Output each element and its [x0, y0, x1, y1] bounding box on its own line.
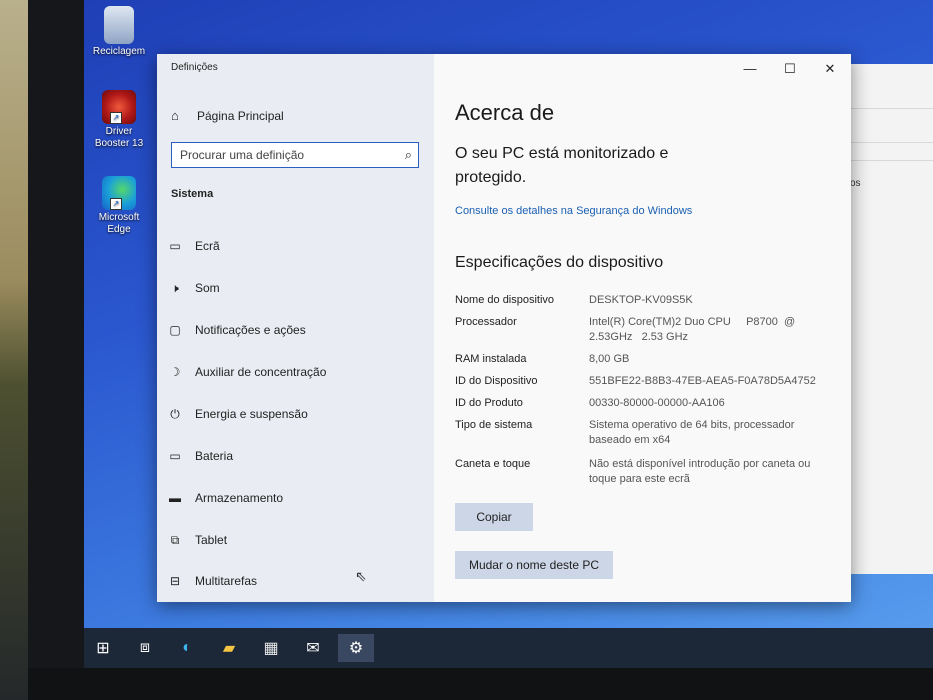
nav-item-label: Tablet	[195, 533, 228, 547]
search-input[interactable]	[178, 147, 392, 163]
spec-value: 8,00 GB	[589, 353, 630, 365]
spec-key: RAM instalada	[455, 353, 527, 365]
desktop-icon-label: Reciclagem	[92, 46, 146, 57]
monitor-icon: ▭	[169, 239, 181, 253]
desktop: os Reciclagem ↗ Driver Booster 13 ↗ Micr…	[84, 0, 933, 668]
battery-icon: ▭	[169, 449, 181, 463]
task-view-icon[interactable]: ⧈	[130, 634, 160, 662]
mouse-cursor-icon: ⇖	[355, 568, 367, 584]
notification-icon: ▢	[169, 323, 181, 337]
power-icon: ⏻	[170, 406, 180, 421]
desktop-icon-edge[interactable]: ↗ Microsoft Edge	[84, 176, 154, 236]
nav-item-label: Bateria	[195, 449, 234, 463]
spec-value: DESKTOP-KV09S5K	[589, 294, 693, 306]
mail-icon[interactable]: ✉	[298, 634, 328, 662]
copy-button[interactable]: Copiar	[455, 503, 533, 531]
edge-icon: ↗	[102, 176, 136, 210]
taskbar: ⊞ ⧈ ◐ ▰ ▦ ✉ ⚙	[84, 628, 933, 668]
recycle-bin-icon	[104, 6, 134, 44]
nav-item-label: Auxiliar de concentração	[195, 365, 327, 379]
rename-pc-button[interactable]: Mudar o nome deste PC	[455, 551, 613, 579]
spec-key: Caneta e toque	[455, 458, 531, 470]
close-button[interactable]: ✕	[815, 58, 845, 80]
desktop-icon-label: Microsoft Edge	[98, 212, 140, 235]
search-icon[interactable]: ⌕	[405, 147, 412, 163]
nav-item-label: Armazenamento	[195, 491, 284, 505]
background-window-text: os	[850, 178, 861, 189]
spec-value: Sistema operativo de 64 bits, processado…	[589, 419, 795, 446]
store-icon[interactable]: ▦	[256, 634, 286, 662]
settings-sidebar: Definições ⌂ Página Principal ⌕ Sistema …	[157, 54, 434, 602]
spec-value: 00330-80000-00000-AA106	[589, 397, 725, 409]
multitasking-icon: ⊟	[169, 574, 181, 588]
nav-item-label: Energia e suspensão	[195, 407, 308, 421]
spec-value: Não está disponível introdução por canet…	[589, 458, 811, 485]
storage-icon: ▬	[169, 491, 181, 505]
spec-key: Tipo de sistema	[455, 419, 533, 431]
divider	[847, 142, 933, 143]
home-link[interactable]: ⌂ Página Principal	[171, 106, 284, 126]
search-box[interactable]: ⌕	[171, 142, 419, 168]
close-icon: ✕	[824, 61, 836, 76]
nav-item-armazenamento[interactable]: ▬ Armazenamento	[167, 486, 283, 510]
nav-item-label: Som	[195, 281, 220, 295]
background-window[interactable]	[846, 64, 933, 574]
tablet-icon: ⧉	[170, 532, 180, 547]
nav-item-tablet[interactable]: ⧉ Tablet	[167, 528, 227, 552]
home-label: Página Principal	[197, 109, 284, 123]
maximize-icon: ☐	[784, 61, 796, 76]
window-title: Definições	[171, 62, 218, 73]
maximize-button[interactable]: ☐	[775, 58, 805, 80]
nav-item-ecra[interactable]: ▭ Ecrã	[167, 234, 220, 258]
divider	[847, 160, 933, 161]
minimize-button[interactable]: —	[735, 58, 765, 80]
desktop-icon-label: Driver Booster 13	[94, 126, 144, 149]
nav-item-label: Multitarefas	[195, 574, 258, 588]
windows-start-icon[interactable]: ⊞	[88, 634, 118, 662]
driver-booster-icon: ↗	[102, 90, 136, 124]
moon-icon: ☽	[169, 365, 181, 379]
protection-status: O seu PC está monitorizado e protegido.	[455, 145, 669, 186]
nav-item-multitarefas[interactable]: ⊟ Multitarefas	[167, 569, 257, 593]
nav-item-notificacoes[interactable]: ▢ Notificações e ações	[167, 318, 306, 342]
spec-key: Processador	[455, 316, 517, 328]
minimize-icon: —	[743, 61, 757, 76]
spec-key: Nome do dispositivo	[455, 294, 555, 306]
home-icon: ⌂	[171, 108, 179, 123]
edge-icon[interactable]: ◐	[172, 634, 202, 662]
spec-value: 551BFE22-B8B3-47EB-AEA5-F0A78D5A4752	[589, 375, 816, 387]
settings-window: Definições ⌂ Página Principal ⌕ Sistema …	[157, 54, 851, 602]
nav-item-label: Ecrã	[195, 239, 220, 253]
nav-item-label: Notificações e ações	[195, 323, 306, 337]
spec-key: ID do Dispositivo	[455, 375, 538, 387]
monitor-bottom-bezel	[28, 668, 933, 700]
spec-value: Intel(R) Core(TM)2 Duo CPU P8700 @ 2.53G…	[589, 316, 799, 343]
speaker-icon: 🕨	[171, 280, 179, 295]
nav-item-som[interactable]: 🕨 Som	[167, 276, 220, 300]
settings-gear-icon[interactable]: ⚙	[338, 634, 374, 662]
nav-item-concentracao[interactable]: ☽ Auxiliar de concentração	[167, 360, 327, 384]
nav-item-energia[interactable]: ⏻ Energia e suspensão	[167, 402, 308, 426]
spec-key: ID do Produto	[455, 397, 523, 409]
shortcut-arrow-icon: ↗	[110, 198, 122, 210]
divider	[847, 108, 933, 109]
file-explorer-icon[interactable]: ▰	[214, 634, 244, 662]
section-heading: Sistema	[171, 188, 214, 200]
device-specs-heading: Especificações do dispositivo	[455, 254, 664, 271]
desktop-icon-recycle-bin[interactable]: Reciclagem	[84, 6, 154, 58]
shortcut-arrow-icon: ↗	[110, 112, 122, 124]
desktop-icon-driver-booster[interactable]: ↗ Driver Booster 13	[84, 90, 154, 150]
page-title: Acerca de	[455, 100, 555, 125]
security-details-link[interactable]: Consulte os detalhes na Segurança do Win…	[455, 205, 692, 217]
nav-item-bateria[interactable]: ▭ Bateria	[167, 444, 233, 468]
